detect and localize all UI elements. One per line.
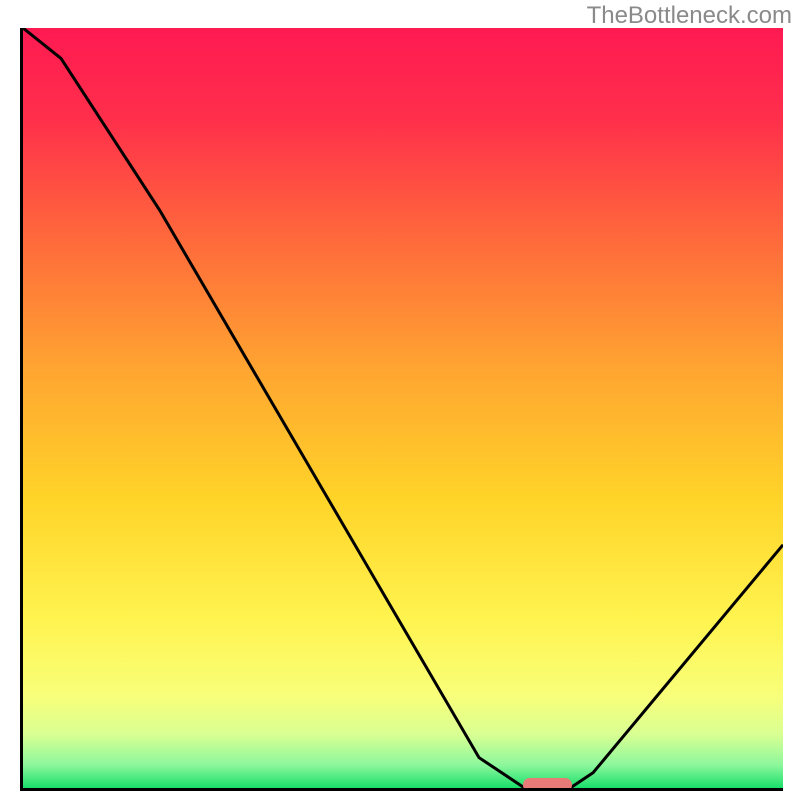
watermark-text: TheBottleneck.com xyxy=(587,2,792,30)
plot-area xyxy=(20,28,783,791)
chart-container: TheBottleneck.com xyxy=(0,0,800,800)
optimal-marker xyxy=(523,778,573,791)
bottleneck-curve xyxy=(23,28,783,788)
